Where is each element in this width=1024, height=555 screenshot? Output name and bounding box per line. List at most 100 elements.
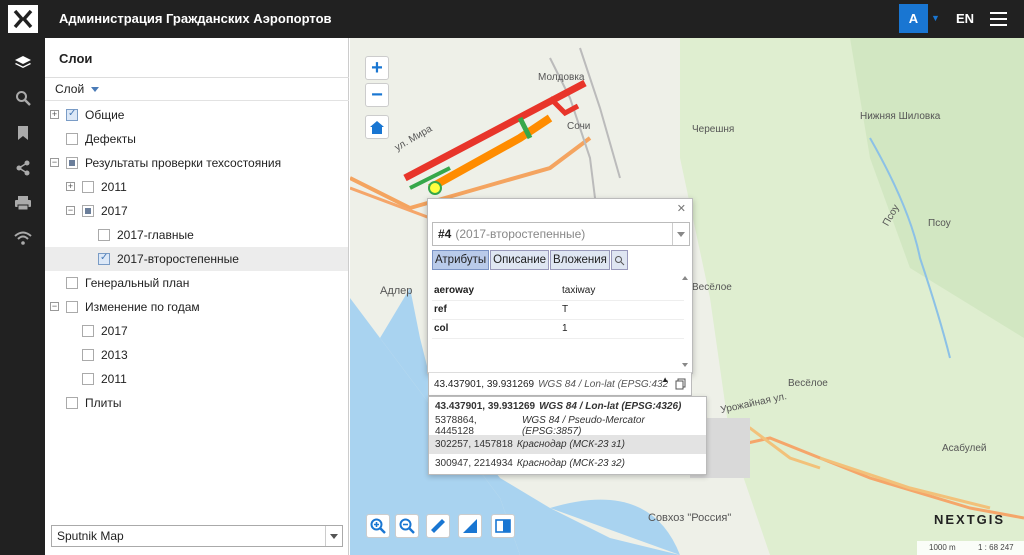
layer-checkbox[interactable]: [82, 325, 94, 337]
expand-icon[interactable]: +: [50, 110, 59, 119]
crs-option[interactable]: 5378864, 4445128 WGS 84 / Pseudo-Mercator…: [429, 414, 706, 437]
map-label: Нижняя Шиловка: [860, 111, 941, 122]
crs-name: WGS 84 / Lon-lat (EPSG:4326): [539, 401, 682, 412]
layer-checkbox[interactable]: [82, 205, 94, 217]
layer-label: Дефекты: [85, 132, 136, 146]
attribute-value: T: [562, 304, 569, 315]
tree-row-2011[interactable]: + 2011: [45, 175, 348, 199]
attribute-row: aeroway taxiway: [432, 281, 684, 301]
layer-checkbox[interactable]: [82, 373, 94, 385]
basemap-select[interactable]: Sputnik Map: [51, 525, 343, 547]
collapse-icon[interactable]: −: [66, 206, 75, 215]
measure-distance-icon[interactable]: [426, 514, 450, 538]
panel-title: Слои: [59, 51, 93, 66]
crs-option[interactable]: 300947, 2214934 Краснодар (МСК-23 з2): [429, 454, 706, 473]
scrollbar[interactable]: [680, 274, 690, 369]
close-icon[interactable]: ✕: [677, 202, 686, 215]
nextgis-logo: NEXTGIS: [934, 512, 1006, 527]
search-icon[interactable]: [12, 87, 34, 109]
tree-row-plity[interactable]: Плиты: [45, 391, 348, 415]
map-label: Сочи: [567, 121, 591, 132]
tab-description[interactable]: Описание: [490, 250, 550, 270]
layer-label: 2017: [101, 204, 128, 218]
collapse-icon[interactable]: −: [50, 158, 59, 167]
swipe-compare-icon[interactable]: [491, 514, 515, 538]
feature-id: #4: [438, 227, 452, 241]
tree-row-defekty[interactable]: Дефекты: [45, 127, 348, 151]
share-icon[interactable]: [12, 157, 34, 179]
attribute-key: ref: [434, 304, 447, 315]
app-logo[interactable]: [0, 0, 45, 38]
tab-attributes[interactable]: Атрибуты: [432, 250, 490, 270]
zoom-in-box-icon[interactable]: [366, 514, 390, 538]
layers-icon[interactable]: [12, 52, 34, 74]
layer-checkbox[interactable]: [66, 397, 78, 409]
layer-label: 2017-главные: [117, 228, 194, 242]
crs-coords: 302257, 1457818: [435, 439, 513, 450]
copy-icon[interactable]: [675, 378, 686, 393]
layer-checkbox[interactable]: [66, 108, 78, 121]
attribute-key: aeroway: [434, 285, 475, 296]
layers-panel: Слои Слой + Общие Дефекты − Результаты п…: [45, 38, 349, 555]
measure-area-icon[interactable]: [458, 514, 482, 538]
feature-select[interactable]: #4 (2017-второстепенные): [432, 222, 690, 246]
layer-checkbox[interactable]: [98, 252, 110, 265]
tree-row-rezultaty[interactable]: − Результаты проверки техсостояния: [45, 151, 348, 175]
divider: [45, 77, 349, 78]
coordinate-display[interactable]: 43.437901, 39.931269 WGS 84 / Lon-lat (E…: [428, 372, 692, 396]
layer-checkbox[interactable]: [82, 349, 94, 361]
map-view[interactable]: + − Молдовка Сочи Черешня Нижняя Шиловка…: [350, 38, 1024, 555]
layer-label: 2013: [101, 348, 128, 362]
tree-row-2017-glavnye[interactable]: 2017-главные: [45, 223, 348, 247]
tree-row-iz-2011[interactable]: 2011: [45, 367, 348, 391]
print-icon[interactable]: [12, 192, 34, 214]
layer-checkbox[interactable]: [66, 157, 78, 169]
wifi-icon[interactable]: [12, 227, 34, 249]
scale-ratio: 1 : 68 247: [978, 543, 1014, 552]
language-switch[interactable]: EN: [956, 11, 974, 26]
crs-coords: 43.437901, 39.931269: [435, 401, 536, 412]
crs-coords: 300947, 2214934: [435, 458, 513, 469]
map-label: Совхоз "Россия": [648, 512, 732, 524]
expand-icon[interactable]: +: [66, 182, 75, 191]
tree-row-obshchie[interactable]: + Общие: [45, 103, 348, 127]
bookmark-icon[interactable]: [12, 122, 34, 144]
layer-checkbox[interactable]: [66, 277, 78, 289]
app-title: Администрация Гражданских Аэропортов: [59, 11, 332, 26]
collapse-icon[interactable]: −: [50, 302, 59, 311]
zoom-to-feature-icon[interactable]: [610, 250, 628, 270]
tree-row-izmenenie[interactable]: − Изменение по годам: [45, 295, 348, 319]
zoom-out-box-icon[interactable]: [395, 514, 419, 538]
coordinate-crs: WGS 84 / Lon-lat (EPSG:432: [538, 378, 669, 390]
zoom-out-button[interactable]: −: [365, 83, 389, 107]
chevron-down-icon[interactable]: ▼: [931, 13, 940, 23]
crs-option[interactable]: 302257, 1457818 Краснодар (МСК-23 з1): [429, 435, 706, 454]
layer-label: 2011: [101, 180, 127, 194]
map-label: Весёлое: [788, 378, 828, 389]
layer-checkbox[interactable]: [98, 229, 110, 241]
chevron-up-icon[interactable]: ▲: [661, 375, 669, 384]
crs-option[interactable]: 43.437901, 39.931269 WGS 84 / Lon-lat (EP…: [429, 397, 706, 416]
tree-row-iz-2013[interactable]: 2013: [45, 343, 348, 367]
layer-label: Плиты: [85, 396, 122, 410]
zoom-in-button[interactable]: +: [365, 56, 389, 80]
tab-attachments[interactable]: Вложения: [550, 250, 610, 270]
map-label: Адлер: [380, 285, 413, 297]
layer-checkbox[interactable]: [66, 301, 78, 313]
map-label: Молдовка: [538, 72, 585, 83]
hamburger-menu-icon[interactable]: [990, 12, 1007, 26]
layer-label: 2017-второстепенные: [117, 252, 239, 266]
crs-name: WGS 84 / Pseudo-Mercator (EPSG:3857): [521, 414, 645, 437]
tree-row-iz-2017[interactable]: 2017: [45, 319, 348, 343]
user-avatar-button[interactable]: A: [899, 4, 928, 33]
tree-row-2017[interactable]: − 2017: [45, 199, 348, 223]
home-icon[interactable]: [365, 115, 389, 139]
map-label: Черешня: [692, 124, 735, 135]
layer-checkbox[interactable]: [66, 133, 78, 145]
layer-checkbox[interactable]: [82, 181, 94, 193]
tree-row-2017-vtorostepennye[interactable]: 2017-второстепенные: [45, 247, 348, 271]
caret-down-icon: [91, 86, 100, 92]
tree-row-genplan[interactable]: Генеральный план: [45, 271, 348, 295]
map-label: Весёлое: [692, 282, 732, 293]
layer-dropdown[interactable]: Слой: [55, 82, 100, 96]
